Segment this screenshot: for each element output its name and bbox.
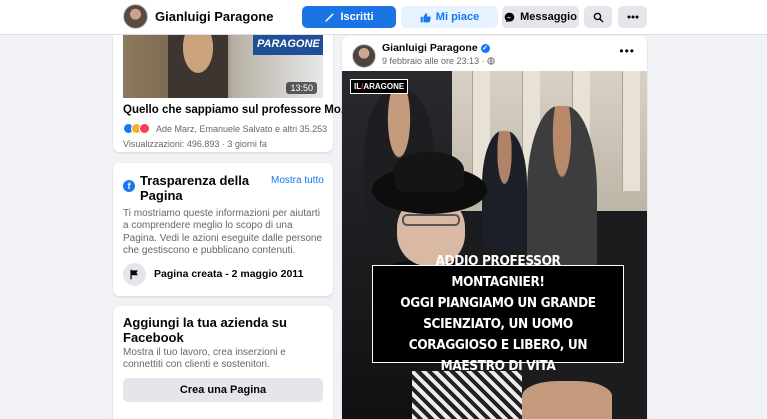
feed-post: Gianluigi Paragone ✓ 9 febbraio alle ore…: [342, 36, 647, 419]
post-author-avatar[interactable]: [352, 44, 376, 68]
verified-badge-icon: ✓: [480, 43, 490, 53]
page-created-date: Pagina creata - 2 maggio 2011: [154, 268, 304, 280]
video-duration: 13:50: [286, 82, 317, 94]
thumbnail-person: [168, 35, 228, 98]
page-name[interactable]: Gianluigi Paragone: [155, 9, 273, 24]
photo-caption: Addio professor Montagnier! Oggi piangia…: [400, 253, 596, 374]
page-avatar[interactable]: [123, 4, 148, 29]
more-options-button[interactable]: [618, 6, 647, 28]
post-options-icon[interactable]: •••: [619, 44, 635, 58]
subscribe-button[interactable]: Iscritti: [302, 6, 396, 28]
pencil-icon: [325, 12, 335, 22]
messenger-icon: [504, 12, 515, 22]
video-views: Visualizzazioni: 496.893 · 3 giorni fa: [123, 139, 267, 149]
add-business-card: Aggiungi la tua azienda su Facebook Most…: [113, 306, 333, 419]
post-timestamp[interactable]: 9 febbraio alle ore 23:13 ·: [382, 56, 495, 66]
globe-icon: [487, 57, 495, 65]
business-description: Mostra il tuo lavoro, crea inserzioni e …: [123, 347, 286, 371]
transparency-title: Trasparenza della Pagina: [140, 173, 250, 203]
photo-scarf: [412, 371, 522, 419]
photo-hands: [522, 381, 612, 419]
page-transparency-card: f Trasparenza della Pagina Mostra tutto …: [113, 163, 333, 296]
thumbnail-banner: PARAGONE: [253, 35, 323, 55]
post-photo[interactable]: IL/ARAGONE Addio professor Montagnier! O…: [342, 71, 647, 419]
page-header: Gianluigi Paragone Iscritti Mi piace Mes…: [0, 0, 767, 35]
thumbs-up-icon: [420, 12, 431, 22]
video-thumbnail[interactable]: PARAGONE 13:50: [123, 35, 323, 98]
create-page-button[interactable]: Crea una Pagina: [123, 378, 323, 402]
search-icon: [593, 12, 603, 22]
search-button[interactable]: [584, 6, 612, 28]
facebook-icon: f: [123, 180, 135, 192]
love-reaction-icon: [139, 123, 150, 134]
show-all-link[interactable]: Mostra tutto: [271, 175, 324, 186]
flag-icon: [123, 263, 146, 286]
transparency-description: Ti mostriamo queste informazioni per aiu…: [123, 208, 323, 256]
paragone-logo: IL/ARAGONE: [350, 79, 409, 94]
reaction-names: Ade Marz, Emanuele Salvato e altri 35.25…: [156, 123, 328, 134]
post-date-text: 9 febbraio alle ore 23:13 ·: [382, 56, 485, 66]
message-button[interactable]: Messaggio: [502, 6, 579, 28]
like-label: Mi piace: [435, 11, 480, 23]
like-page-button[interactable]: Mi piace: [401, 6, 498, 28]
more-icon: [627, 15, 638, 19]
post-author[interactable]: Gianluigi Paragone ✓: [382, 42, 490, 54]
message-label: Messaggio: [520, 11, 577, 23]
subscribe-label: Iscritti: [340, 11, 374, 23]
reactions-summary[interactable]: Ade Marz, Emanuele Salvato e altri 35.25…: [123, 123, 327, 134]
video-title[interactable]: Quello che sappiamo sul professore Mo...: [123, 104, 351, 116]
post-author-name: Gianluigi Paragone: [382, 42, 478, 54]
photo-caption-box: Addio professor Montagnier! Oggi piangia…: [372, 253, 624, 374]
video-card: PARAGONE 13:50 Quello che sappiamo sul p…: [113, 35, 351, 152]
business-title: Aggiungi la tua azienda su Facebook: [123, 315, 287, 345]
